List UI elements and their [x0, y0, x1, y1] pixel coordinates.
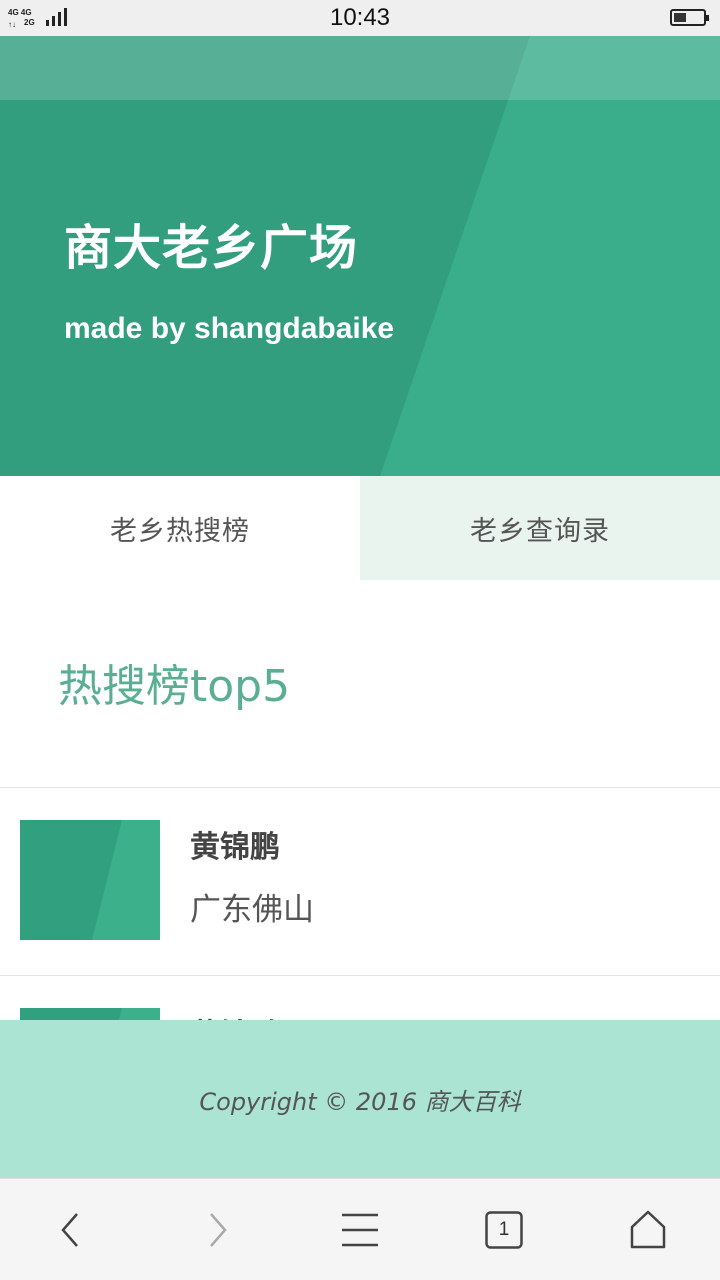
hero-banner: 商大老乡广场 made by shangdabaike — [0, 36, 720, 476]
item-place: 广东佛山 — [190, 892, 314, 928]
list-item[interactable]: 黄锦鹏 广东佛山 — [0, 788, 720, 976]
forward-icon — [210, 1213, 227, 1247]
tab-count: 1 — [498, 1219, 510, 1240]
section-title: 热搜榜top5 — [58, 661, 291, 712]
tab-bar: 老乡热搜榜 老乡查询录 — [0, 476, 720, 580]
copyright-text: Copyright © 2016 商大百科 — [199, 1087, 521, 1116]
footer: Copyright © 2016 商大百科 — [0, 1020, 720, 1178]
page-title: 商大老乡广场 — [64, 220, 359, 276]
tab-hot-search[interactable]: 老乡热搜榜 — [0, 476, 360, 580]
battery-level — [674, 13, 686, 22]
hero-top-band — [0, 36, 720, 100]
home-icon — [630, 1210, 666, 1249]
menu-icon — [342, 1213, 378, 1247]
page-subtitle: made by shangdabaike — [64, 312, 395, 345]
tabs-icon: 1 — [485, 1211, 523, 1249]
menu-button[interactable] — [288, 1179, 432, 1280]
item-name: 黄锦鹏 — [190, 830, 280, 865]
thumbnail-image — [20, 820, 160, 940]
status-bar: 4G 4G 2G ↑↓ 10:43 — [0, 0, 720, 36]
back-button[interactable] — [0, 1179, 144, 1280]
back-icon — [61, 1213, 78, 1247]
browser-toolbar: 1 — [0, 1178, 720, 1280]
tab-query[interactable]: 老乡查询录 — [360, 476, 720, 580]
forward-button[interactable] — [144, 1179, 288, 1280]
tabs-button[interactable]: 1 — [432, 1179, 576, 1280]
home-button[interactable] — [576, 1179, 720, 1280]
battery-icon — [670, 9, 709, 26]
clock: 10:43 — [329, 4, 391, 31]
